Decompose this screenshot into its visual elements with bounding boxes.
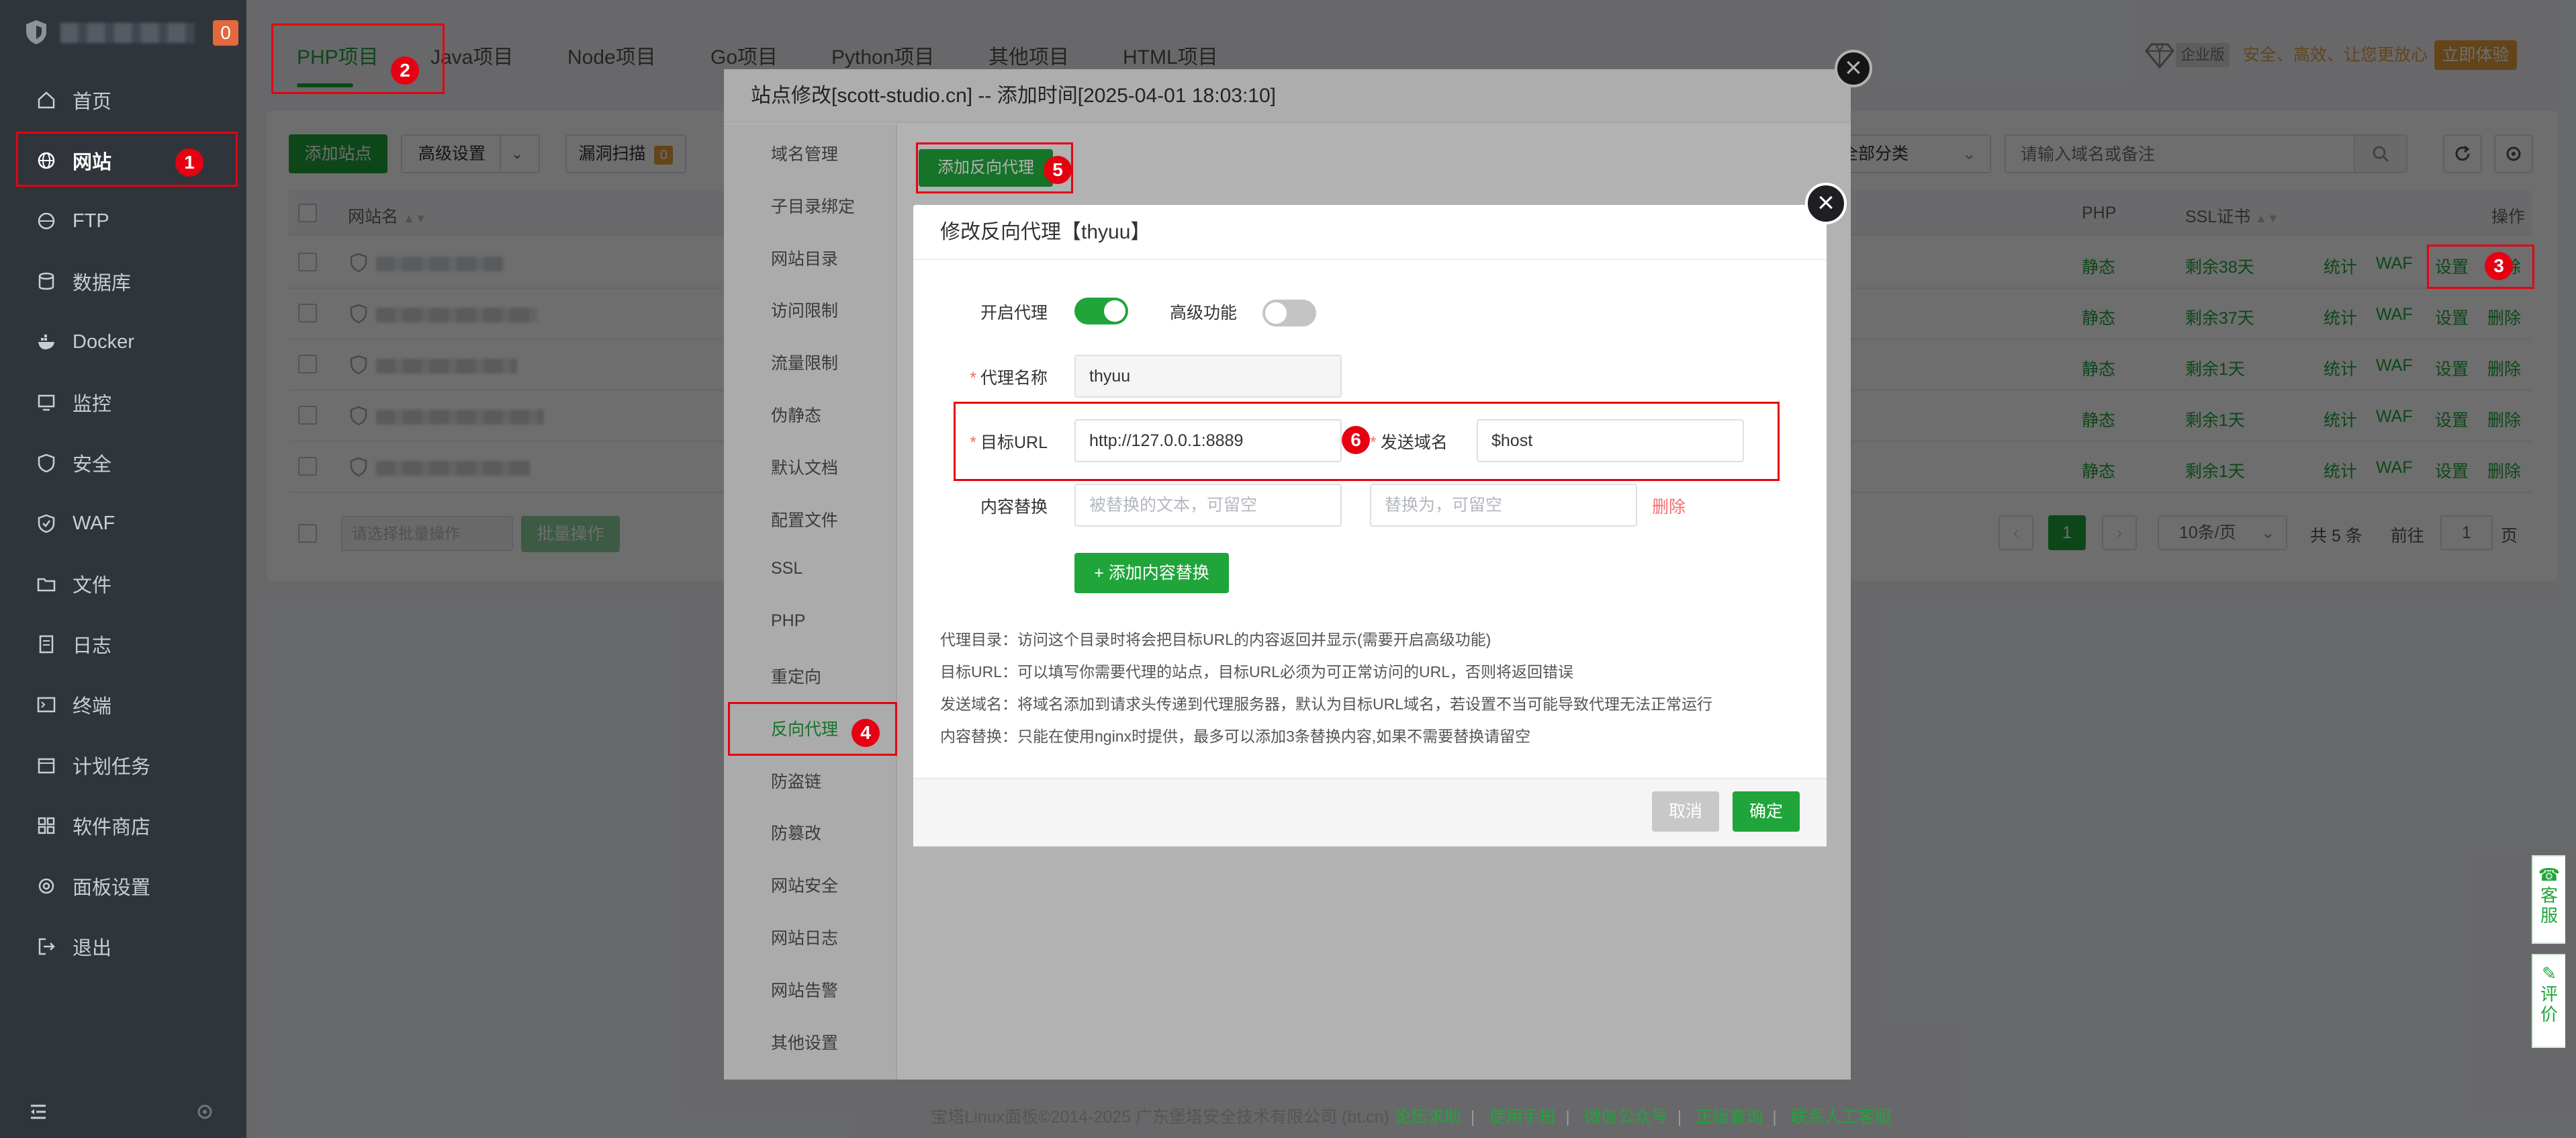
footer-link-manual[interactable]: 使用手册 bbox=[1489, 1108, 1556, 1127]
sidebar-item-label: 退出 bbox=[73, 938, 112, 959]
customer-service-button[interactable]: ☎ 客服 bbox=[2532, 855, 2565, 944]
footer-link-wechat[interactable]: 微信公众号 bbox=[1584, 1108, 1668, 1127]
annotation-number: 4 bbox=[852, 719, 880, 747]
sidebar-item[interactable]: 监控 bbox=[16, 378, 238, 427]
home-icon bbox=[36, 90, 56, 110]
sidebar-item-label: 文件 bbox=[73, 575, 112, 597]
annotation-box-settings bbox=[2427, 245, 2534, 289]
shield-icon bbox=[36, 453, 56, 473]
plus-icon: + bbox=[1094, 564, 1104, 582]
note-line: 发送域名：将域名添加到请求头传递到代理服务器，默认为目标URL域名，若设置不当可… bbox=[940, 695, 1713, 713]
advanced-feature-label: 高级功能 bbox=[1170, 304, 1238, 322]
folder-icon bbox=[36, 574, 56, 594]
logout-icon bbox=[36, 936, 56, 957]
annotation-number: 3 bbox=[2485, 252, 2513, 280]
terminal-icon bbox=[36, 695, 56, 715]
page-footer: 宝塔Linux面板©2014-2025 广东堡塔安全技术有限公司 (bt.cn)… bbox=[931, 1108, 1892, 1127]
sidebar-item-label: 首页 bbox=[73, 91, 112, 113]
sidebar-item-label: WAF bbox=[73, 512, 116, 534]
annotation-number: 1 bbox=[175, 148, 203, 177]
proxy-name-label: * 代理名称 bbox=[970, 369, 1048, 388]
store-icon bbox=[36, 816, 56, 836]
sidebar-item-label: 日志 bbox=[73, 636, 112, 657]
annotation-number: 2 bbox=[391, 56, 419, 85]
sidebar-item[interactable]: 面板设置 bbox=[16, 862, 238, 910]
enable-proxy-toggle[interactable] bbox=[1074, 298, 1128, 324]
sidebar-item[interactable]: Docker bbox=[16, 318, 238, 366]
monitor-icon bbox=[36, 392, 56, 412]
sidebar-item[interactable]: 安全 bbox=[16, 439, 238, 487]
close-proxy-dialog-icon[interactable]: × bbox=[1805, 183, 1847, 224]
note-line: 内容替换：只能在使用nginx时提供，最多可以添加3条替换内容,如果不需要替换请… bbox=[940, 728, 1531, 745]
sidebar-item[interactable]: WAF bbox=[16, 499, 238, 548]
sidebar-item[interactable]: 数据库 bbox=[16, 257, 238, 306]
add-content-replace-button[interactable]: + 添加内容替换 bbox=[1074, 553, 1229, 593]
notification-badge[interactable]: 0 bbox=[213, 20, 238, 46]
cancel-button[interactable]: 取消 bbox=[1652, 791, 1719, 832]
copyright-text: 宝塔Linux面板©2014-2025 广东堡塔安全技术有限公司 (bt.cn) bbox=[931, 1108, 1389, 1127]
review-button[interactable]: ✎ 评价 bbox=[2532, 954, 2565, 1048]
edit-icon: ✎ bbox=[2542, 963, 2557, 983]
sidebar-item[interactable]: FTP bbox=[16, 197, 238, 245]
sidebar-item[interactable]: 终端 bbox=[16, 681, 238, 729]
note-line: 代理目录：访问这个目录时将会把目标URL的内容返回并显示(需要开启高级功能) bbox=[940, 631, 1491, 648]
calendar-icon bbox=[36, 755, 56, 775]
replace-from-input[interactable]: 被替换的文本，可留空 bbox=[1074, 484, 1342, 527]
footer-link-forum[interactable]: 论坛求助 bbox=[1394, 1108, 1461, 1127]
sidebar-item[interactable]: 计划任务 bbox=[16, 741, 238, 789]
sidebar-item-label: FTP bbox=[73, 210, 109, 232]
sidebar-item-label: 监控 bbox=[73, 394, 112, 415]
note-line: 目标URL：可以填写你需要代理的站点，目标URL必须为可正常访问的URL，否则将… bbox=[940, 663, 1574, 681]
sidebar-item-label: 计划任务 bbox=[73, 756, 151, 778]
proxy-dialog-title: 修改反向代理【thyuu】 bbox=[913, 205, 1827, 260]
collapse-menu-icon[interactable] bbox=[28, 1102, 48, 1122]
server-name-blurred bbox=[60, 23, 195, 43]
database-icon bbox=[36, 271, 56, 292]
review-label: 评价 bbox=[2540, 984, 2559, 1024]
sidebar-item-label: 安全 bbox=[73, 454, 112, 476]
log-icon bbox=[36, 634, 56, 654]
footer-link-support[interactable]: 联系人工客服 bbox=[1791, 1108, 1892, 1127]
sidebar-item-label: 软件商店 bbox=[73, 817, 151, 838]
sidebar-item[interactable]: 日志 bbox=[16, 620, 238, 668]
sidebar-item-label: 面板设置 bbox=[73, 877, 151, 899]
customer-service-label: 客服 bbox=[2540, 885, 2559, 926]
enable-proxy-label: 开启代理 bbox=[980, 304, 1048, 322]
settings-gear-icon[interactable] bbox=[195, 1102, 215, 1122]
gear-icon bbox=[36, 876, 56, 896]
sidebar-item-label: Docker bbox=[73, 331, 134, 353]
sidebar-item[interactable]: 文件 bbox=[16, 560, 238, 608]
logo-shield-icon bbox=[24, 19, 48, 46]
sidebar-item-label: 终端 bbox=[73, 696, 112, 717]
docker-icon bbox=[36, 332, 56, 352]
annotation-box-website bbox=[16, 132, 238, 187]
replace-delete-link[interactable]: 删除 bbox=[1652, 494, 1686, 518]
toggle-knob bbox=[1104, 300, 1125, 322]
ftp-icon bbox=[36, 211, 56, 231]
sidebar-item[interactable]: 软件商店 bbox=[16, 801, 238, 850]
footer-link-license[interactable]: 正版查询 bbox=[1696, 1108, 1763, 1127]
annotation-number: 6 bbox=[1342, 426, 1370, 454]
toggle-knob bbox=[1265, 302, 1287, 324]
sidebar-item-label: 数据库 bbox=[73, 273, 132, 294]
annotation-number: 5 bbox=[1044, 156, 1072, 184]
confirm-button[interactable]: 确定 bbox=[1733, 791, 1800, 832]
proxy-name-input[interactable]: thyuu bbox=[1074, 355, 1342, 398]
sidebar-item[interactable]: 首页 bbox=[16, 76, 238, 124]
content-replace-label: 内容替换 bbox=[980, 498, 1048, 517]
annotation-box-php-tab bbox=[271, 24, 445, 94]
advanced-feature-toggle[interactable] bbox=[1262, 300, 1316, 326]
headset-icon: ☎ bbox=[2538, 865, 2561, 885]
waf-shield-icon bbox=[36, 513, 56, 533]
sidebar-item[interactable]: 退出 bbox=[16, 922, 238, 971]
replace-to-input[interactable]: 替换为，可留空 bbox=[1370, 484, 1637, 527]
